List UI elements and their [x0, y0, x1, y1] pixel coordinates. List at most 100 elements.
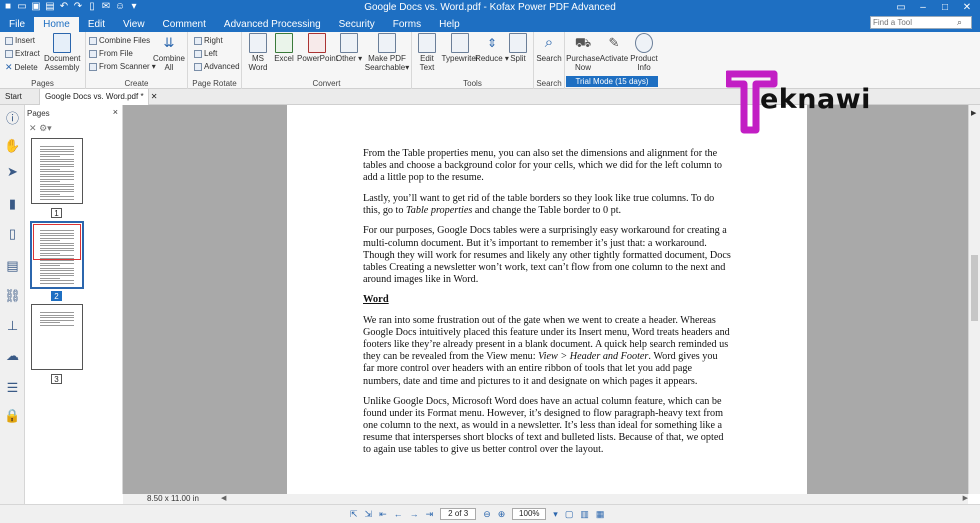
thumbnail-text-line — [40, 257, 74, 259]
scroll-right-arrow-icon[interactable]: ▶ — [963, 494, 968, 504]
thumbnail-text-line — [40, 230, 74, 231]
thumbnail-text-line — [40, 173, 74, 175]
search-button[interactable]: ⌕ Search — [531, 33, 567, 63]
make-pdf-searchable-icon — [378, 33, 396, 53]
page-thumbnail-1[interactable] — [31, 138, 83, 204]
tab-forms[interactable]: Forms — [384, 17, 430, 32]
search-icon[interactable]: ⌕ — [957, 17, 962, 28]
zoom-in-icon[interactable]: ⊕ — [498, 509, 506, 520]
page-number-3[interactable]: 3 — [51, 374, 62, 384]
find-tool-input[interactable] — [871, 17, 957, 28]
lock-icon[interactable]: 🔒 — [4, 407, 21, 424]
previous-page-icon[interactable]: ← — [394, 509, 403, 519]
fit-width-icon[interactable]: ⇲ — [365, 509, 373, 520]
pdf-page[interactable]: From the Table properties menu, you can … — [287, 105, 807, 494]
vertical-scroll-thumb[interactable] — [971, 255, 978, 321]
tab-file[interactable]: File — [0, 17, 34, 32]
document-assembly-label-2: Assembly — [44, 63, 80, 72]
tab-start[interactable]: Start — [0, 89, 27, 105]
make-pdf-searchable-label-2: Searchable▾ — [364, 63, 410, 72]
combine-files-button[interactable]: Combine Files — [89, 36, 150, 45]
document-view[interactable]: From the Table properties menu, you can … — [123, 105, 968, 494]
document-assembly-button[interactable]: Document Assembly — [44, 33, 80, 72]
select-arrow-icon[interactable]: ➤ — [4, 163, 21, 180]
comments-icon[interactable]: ▤ — [4, 257, 21, 274]
convert-other-button[interactable]: Other ▾ — [331, 33, 367, 63]
page-indicator[interactable]: 2 of 3 — [440, 508, 477, 520]
minimize-icon[interactable]: – — [912, 0, 934, 15]
zoom-level[interactable]: 100% — [512, 508, 547, 520]
tab-edit[interactable]: Edit — [79, 17, 114, 32]
info-icon[interactable]: ⓘ — [4, 109, 21, 126]
cloud-icon[interactable]: ☁ — [4, 347, 21, 364]
hand-tool-icon[interactable]: ✋ — [4, 137, 21, 154]
first-page-icon[interactable]: ⇤ — [379, 509, 387, 520]
extract-page-button[interactable]: Extract — [5, 49, 40, 58]
insert-page-button[interactable]: Insert — [5, 36, 35, 45]
find-tool-box[interactable]: ⌕ — [870, 16, 972, 29]
vertical-scrollbar[interactable]: ▶ — [968, 105, 980, 494]
tab-view[interactable]: View — [114, 17, 154, 32]
thumbnail-text-line — [40, 317, 74, 318]
zoom-out-icon[interactable]: ⊖ — [483, 509, 491, 520]
rotate-advanced-button[interactable]: Advanced — [194, 62, 240, 71]
scroll-right-arrow-icon[interactable]: ▶ — [971, 109, 976, 117]
link-icon[interactable]: ⛓ — [4, 287, 21, 304]
reduce-text: Reduce — [475, 54, 503, 63]
pages-panel-icon[interactable]: ▯ — [4, 225, 21, 242]
from-file-button[interactable]: From File — [89, 49, 133, 58]
two-page-view-icon[interactable]: ▥ — [580, 509, 589, 520]
delete-page-button[interactable]: ✕ Delete — [5, 62, 38, 73]
chevron-down-icon[interactable]: ▾ — [553, 509, 558, 520]
thumbnail-text-line — [40, 237, 74, 239]
tab-security[interactable]: Security — [330, 17, 384, 32]
combine-files-icon — [89, 36, 97, 45]
continuous-view-icon[interactable]: ▦ — [596, 509, 605, 520]
product-info-button[interactable]: Product Info — [626, 33, 662, 72]
maximize-icon[interactable]: □ — [934, 0, 956, 15]
document-assembly-label-1: Document — [44, 54, 81, 63]
page-thumbnail-2[interactable] — [30, 221, 84, 289]
thumbnail-text-line — [40, 196, 74, 197]
extract-page-icon — [5, 49, 13, 58]
thumbnail-text-line — [40, 171, 74, 172]
close-tab-icon[interactable]: ✕ — [151, 92, 158, 101]
page-number-1[interactable]: 1 — [51, 208, 62, 218]
ribbon-group-create: Combine Files From File From Scanner ▾ ⇊ … — [86, 32, 188, 89]
fit-page-icon[interactable]: ⇱ — [350, 509, 358, 520]
make-pdf-searchable-button[interactable]: Make PDF Searchable▾ — [364, 33, 410, 72]
tab-comment[interactable]: Comment — [154, 17, 215, 32]
tab-advanced-processing[interactable]: Advanced Processing — [215, 17, 330, 32]
rotate-right-label: Right — [204, 36, 223, 45]
form-fields-icon[interactable]: ☰ — [4, 379, 21, 396]
pages-panel-tools: ✕ ⚙▾ — [29, 123, 52, 134]
page-thumbnail-3[interactable] — [31, 304, 83, 370]
stamp-icon[interactable]: ⊥ — [4, 317, 21, 334]
scroll-left-arrow-icon[interactable]: ◀ — [221, 494, 226, 504]
delete-icon[interactable]: ✕ — [29, 123, 37, 133]
tab-active-document[interactable]: Google Docs vs. Word.pdf * ✕ — [39, 89, 158, 105]
paragraph-table-borders: Lastly, you’ll want to get rid of the ta… — [363, 193, 731, 217]
page-number-2[interactable]: 2 — [51, 291, 62, 301]
ms-word-label-2: Word — [248, 63, 268, 72]
single-page-view-icon[interactable]: ▢ — [565, 509, 574, 520]
bookmarks-icon[interactable]: ▮ — [4, 195, 21, 212]
next-page-icon[interactable]: → — [410, 509, 419, 519]
combine-all-button[interactable]: ⇊ Combine All — [151, 33, 187, 72]
ribbon-toggle-icon[interactable]: ▭ — [890, 0, 912, 15]
from-file-label: From File — [99, 49, 133, 58]
close-icon[interactable]: ✕ — [956, 0, 978, 15]
close-pages-panel-icon[interactable]: × — [113, 107, 118, 117]
paragraph-word-header-italic: View > Header and Footer — [538, 351, 649, 363]
rotate-left-button[interactable]: Left — [194, 49, 217, 58]
tab-help[interactable]: Help — [430, 17, 469, 32]
from-scanner-button[interactable]: From Scanner ▾ — [89, 62, 156, 71]
horizontal-scrollbar[interactable]: 8.50 x 11.00 in ◀ ▶ — [123, 494, 968, 504]
paragraph-table-borders-text-2: and change the Table border to 0 pt. — [474, 204, 622, 216]
rotate-right-button[interactable]: Right — [194, 36, 223, 45]
thumbnail-text-line — [40, 270, 74, 271]
gear-icon[interactable]: ⚙▾ — [39, 123, 52, 133]
last-page-icon[interactable]: ⇥ — [426, 509, 434, 520]
thumbnail-text-line — [40, 272, 74, 274]
tab-home[interactable]: Home — [34, 17, 79, 32]
